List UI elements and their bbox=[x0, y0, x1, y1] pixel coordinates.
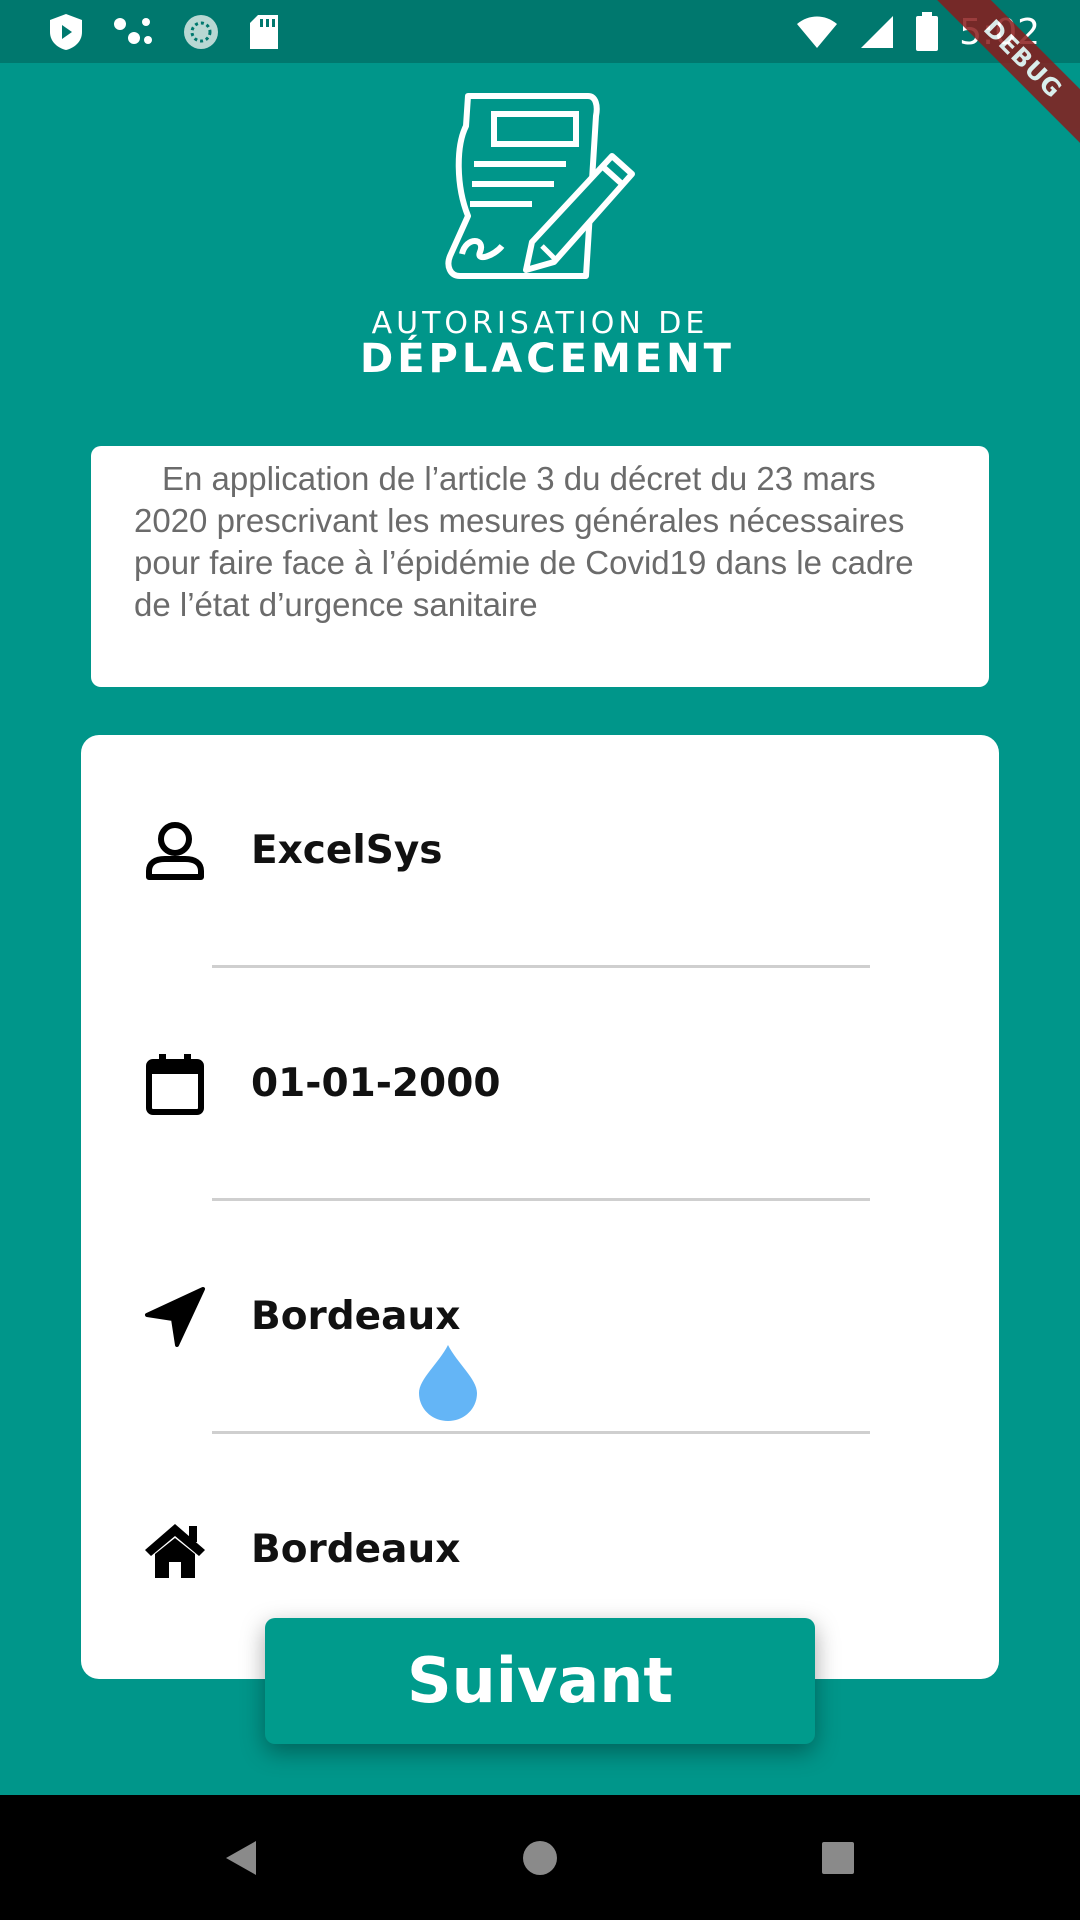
battery-icon bbox=[916, 12, 939, 51]
home-icon bbox=[145, 1524, 205, 1578]
logo-title-line2: DÉPLACEMENT bbox=[360, 336, 735, 382]
name-field[interactable]: ExcelSys bbox=[81, 735, 999, 968]
sync-icon bbox=[184, 15, 218, 49]
nav-home-button[interactable] bbox=[480, 1795, 600, 1920]
status-left-icons bbox=[48, 12, 280, 52]
wifi-icon bbox=[797, 16, 838, 48]
shield-play-icon bbox=[50, 14, 82, 50]
person-icon bbox=[146, 822, 204, 880]
decree-info-box: En application de l’article 3 du décret … bbox=[91, 446, 989, 687]
birthplace-field[interactable]: Bordeaux bbox=[81, 1201, 999, 1434]
nav-recents-button[interactable] bbox=[778, 1795, 898, 1920]
decree-info-text: En application de l’article 3 du décret … bbox=[134, 460, 914, 623]
form-card: ExcelSys 01-01-2000 Bordeaux Bordeaux bbox=[81, 735, 999, 1679]
status-bar: 5:02 bbox=[0, 0, 1080, 63]
signal-icon bbox=[861, 16, 894, 48]
calendar-icon bbox=[146, 1054, 204, 1115]
birthplace-value[interactable]: Bordeaux bbox=[251, 1294, 460, 1339]
dots-icon bbox=[114, 18, 152, 44]
app-logo: AUTORISATION DE DÉPLACEMENT bbox=[360, 86, 731, 382]
system-nav-bar bbox=[0, 1795, 1080, 1920]
text-cursor-handle[interactable] bbox=[417, 1343, 479, 1423]
next-button[interactable]: Suivant bbox=[265, 1618, 815, 1744]
back-icon bbox=[226, 1840, 256, 1875]
sd-card-icon bbox=[250, 15, 278, 49]
name-value[interactable]: ExcelSys bbox=[251, 828, 442, 873]
document-pen-icon bbox=[445, 93, 635, 279]
address-value[interactable]: Bordeaux bbox=[251, 1527, 460, 1572]
nav-back-button[interactable] bbox=[181, 1795, 301, 1920]
recents-icon bbox=[822, 1841, 854, 1874]
birthdate-value[interactable]: 01-01-2000 bbox=[251, 1061, 500, 1106]
birthdate-field[interactable]: 01-01-2000 bbox=[81, 968, 999, 1201]
navigation-arrow-icon bbox=[145, 1287, 205, 1347]
home-circle-icon bbox=[523, 1840, 557, 1875]
